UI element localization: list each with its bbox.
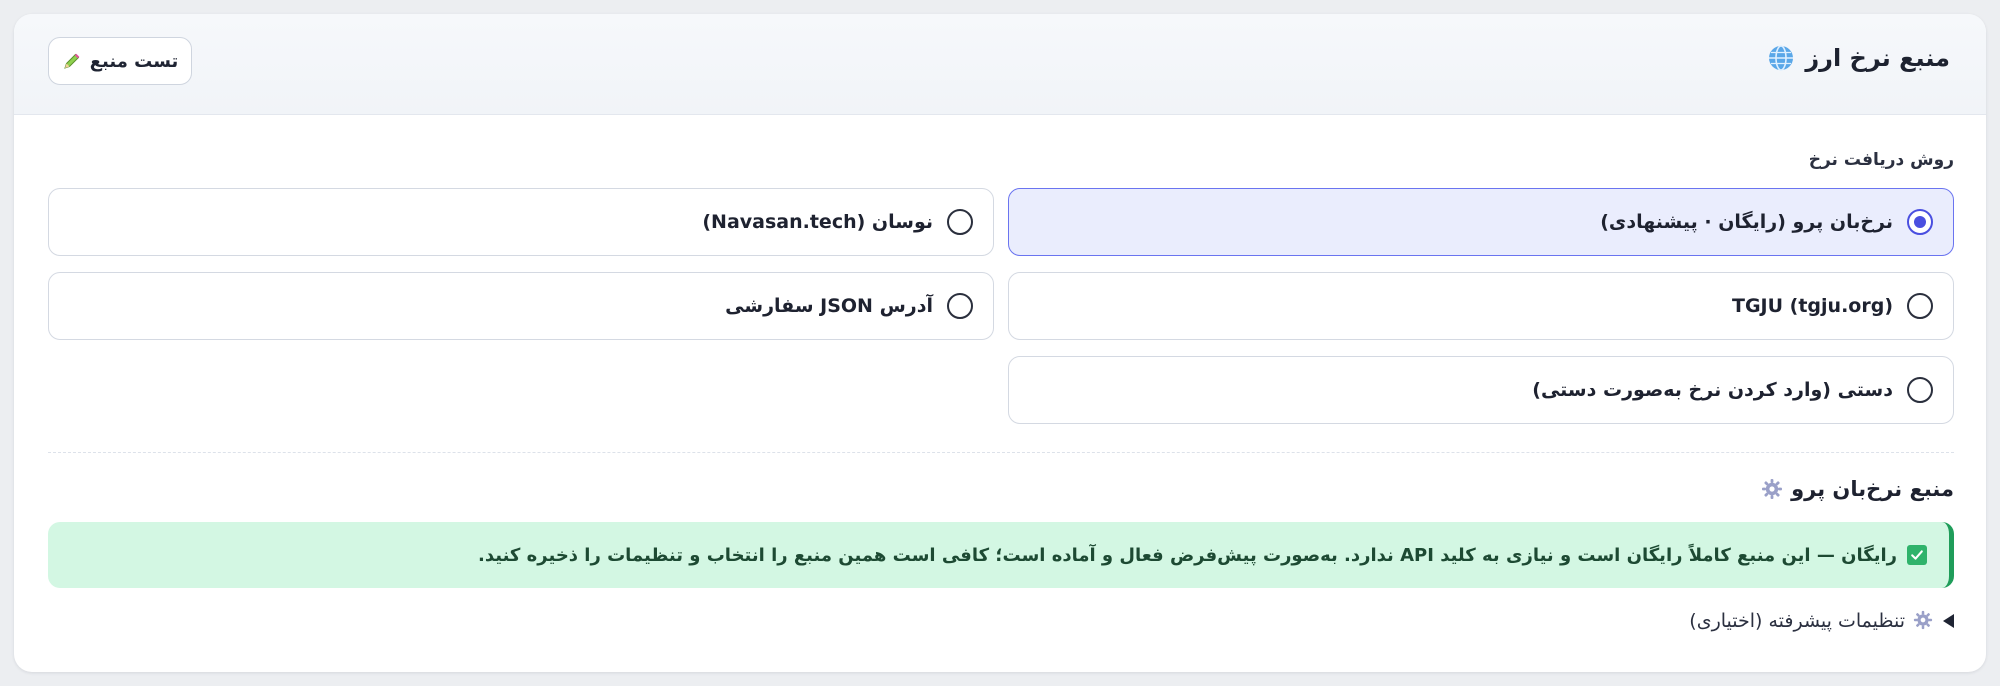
source-section-title-text: منبع نرخ‌بان پرو (1791, 477, 1954, 501)
option-label: TGJU (tgju.org) (1732, 295, 1893, 317)
option-nerkhban-pro[interactable]: نرخ‌بان پرو (رایگان · پیشنهادی) (1008, 188, 1954, 256)
advanced-settings-label: تنظیمات پیشرفته (اختیاری) (1689, 610, 1905, 632)
rate-method-label: روش دریافت نرخ (1808, 150, 1954, 170)
option-manual[interactable]: دستی (وارد کردن نرخ به‌صورت دستی) (1008, 356, 1954, 424)
test-source-button[interactable]: تست منبع (48, 37, 192, 85)
test-source-button-label: تست منبع (89, 50, 179, 72)
pencil-icon (62, 51, 82, 71)
section-divider (48, 452, 1954, 453)
globe-icon (1767, 44, 1795, 72)
radio-manual[interactable] (1907, 377, 1933, 403)
gear-icon (1913, 610, 1935, 632)
exchange-rate-source-card: منبع نرخ ارز تست منبع روش دریافت نرخ نرخ… (14, 14, 1986, 672)
option-label: دستی (وارد کردن نرخ به‌صورت دستی) (1532, 379, 1893, 401)
card-title-text: منبع نرخ ارز (1805, 44, 1950, 72)
option-custom-json[interactable]: آدرس JSON سفارشی (48, 272, 994, 340)
card-title: منبع نرخ ارز (1767, 44, 1950, 72)
gear-icon (1761, 478, 1783, 500)
radio-tgju[interactable] (1907, 293, 1933, 319)
free-source-notice-text: رایگان — این منبع کاملاً رایگان است و نی… (477, 544, 1897, 566)
radio-nerkhban-pro[interactable] (1907, 209, 1933, 235)
advanced-settings-toggle[interactable]: تنظیمات پیشرفته (اختیاری) (1689, 610, 1954, 632)
radio-navasan[interactable] (947, 209, 973, 235)
option-label: نرخ‌بان پرو (رایگان · پیشنهادی) (1600, 211, 1893, 233)
check-icon (1907, 545, 1927, 565)
option-tgju[interactable]: TGJU (tgju.org) (1008, 272, 1954, 340)
card-header: منبع نرخ ارز تست منبع (14, 14, 1986, 115)
free-source-notice: رایگان — این منبع کاملاً رایگان است و نی… (48, 522, 1954, 588)
collapse-triangle-icon (1943, 614, 1954, 628)
option-navasan[interactable]: نوسان (Navasan.tech) (48, 188, 994, 256)
option-label: نوسان (Navasan.tech) (702, 211, 933, 233)
source-section-title: منبع نرخ‌بان پرو (1761, 477, 1954, 501)
radio-custom-json[interactable] (947, 293, 973, 319)
option-label: آدرس JSON سفارشی (725, 295, 933, 317)
